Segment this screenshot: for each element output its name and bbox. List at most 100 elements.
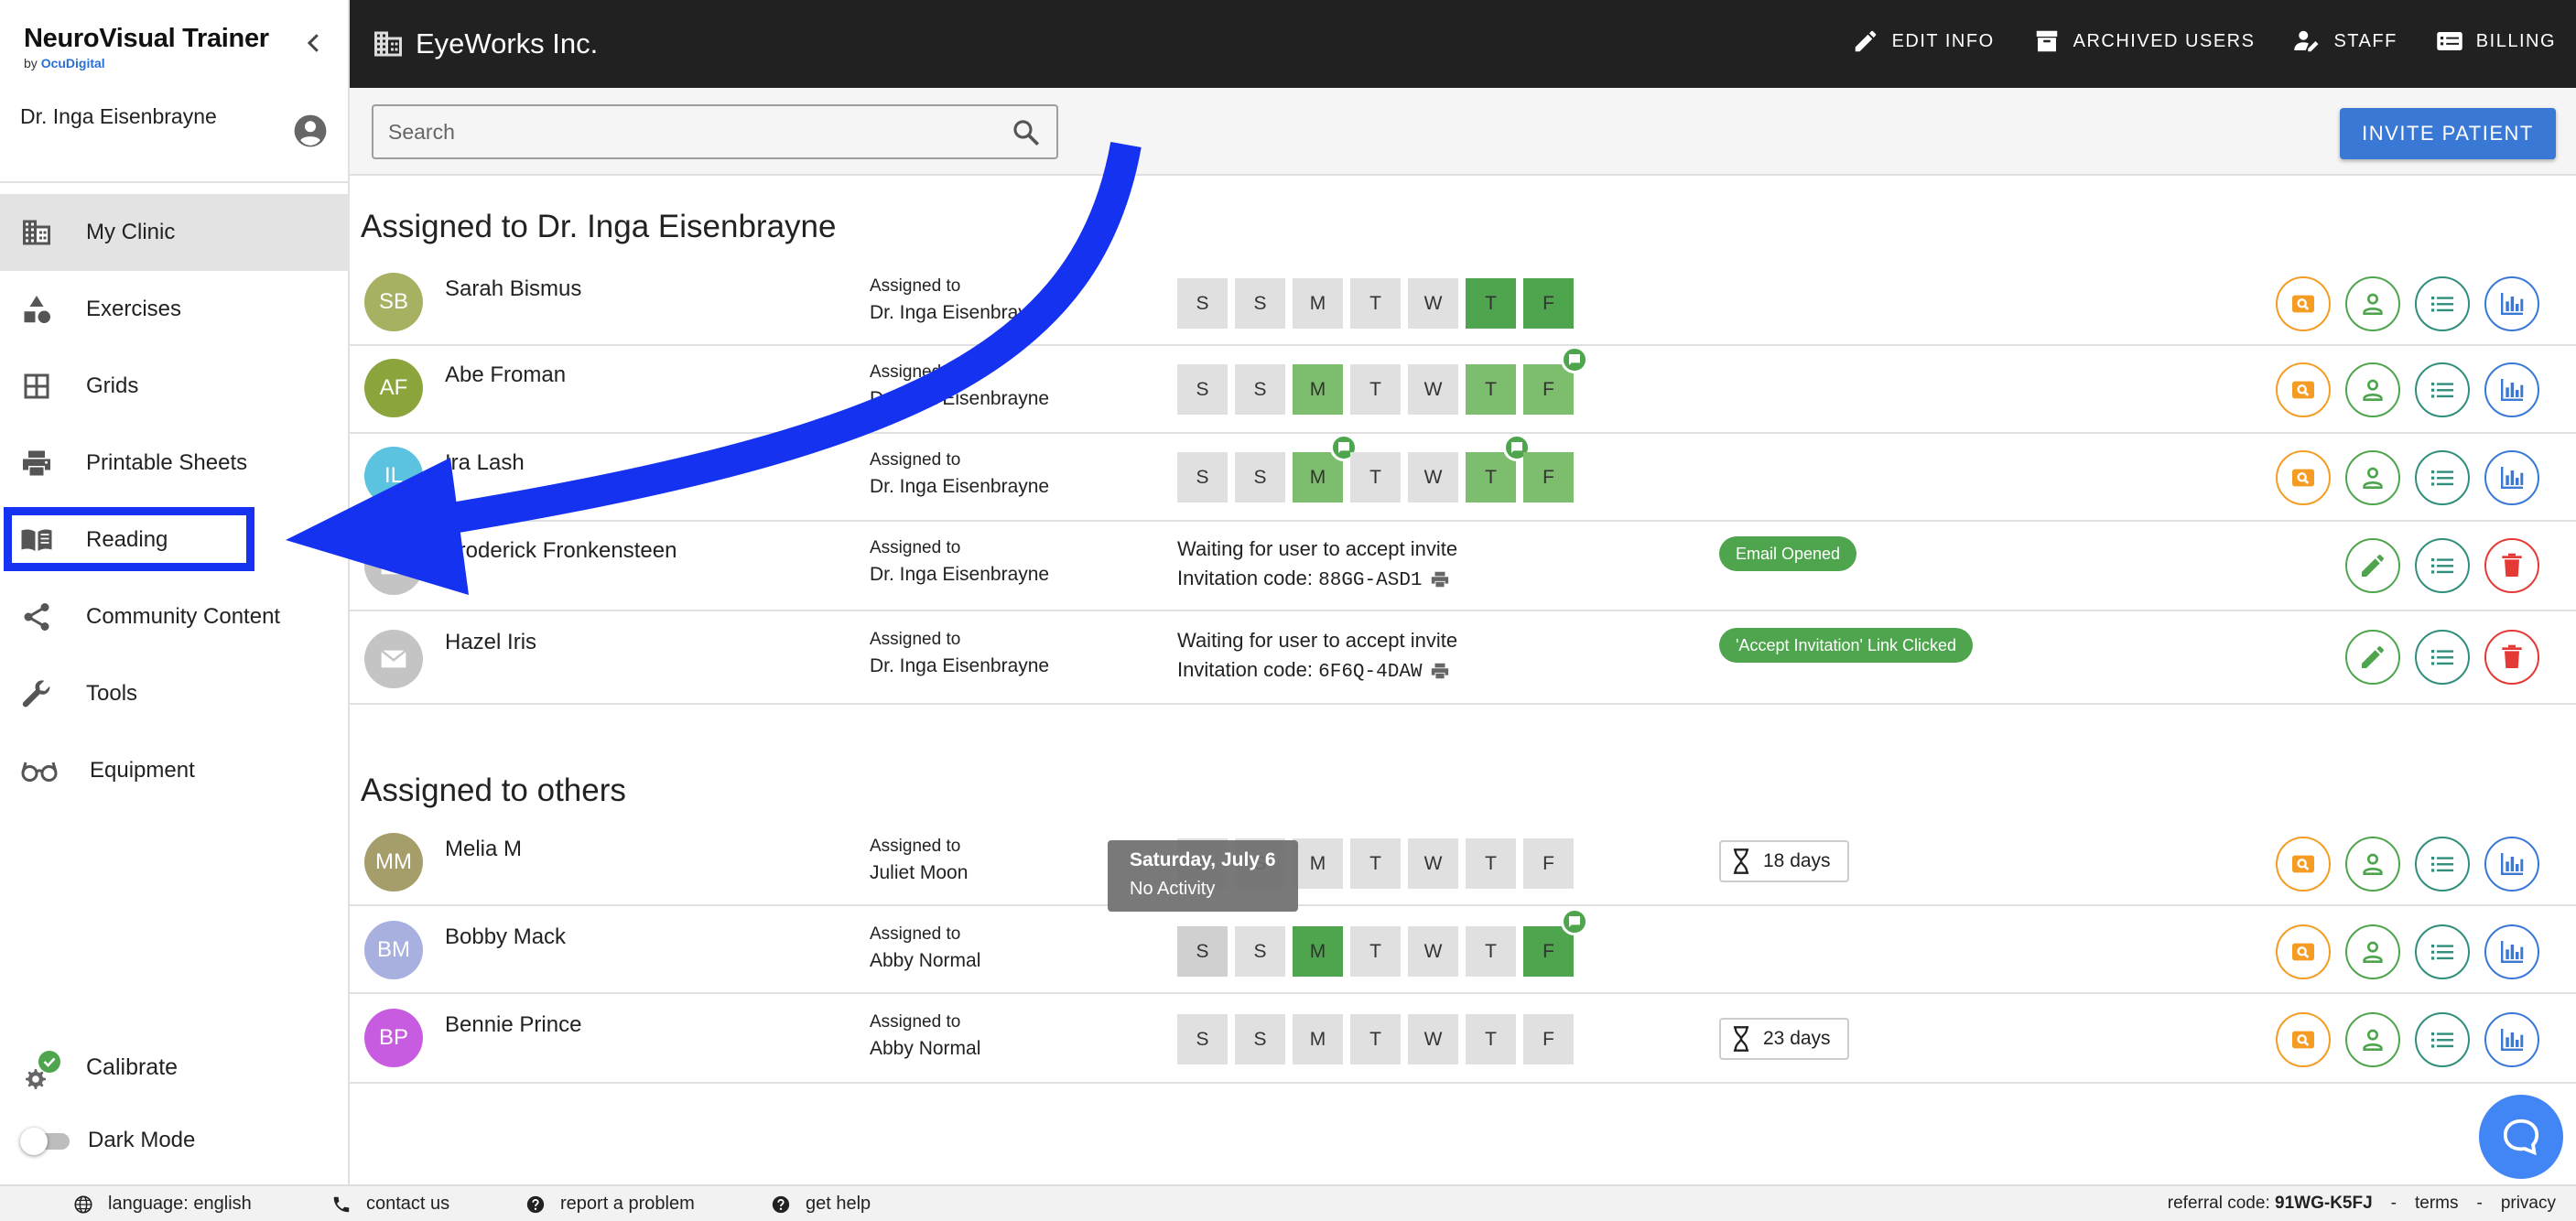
patient-name[interactable]: Melia M	[445, 837, 522, 862]
profile-button[interactable]	[2345, 450, 2400, 505]
progress-chart-button[interactable]	[2484, 276, 2539, 331]
assignments-list-button[interactable]	[2415, 924, 2470, 979]
assignments-list-button[interactable]	[2415, 1012, 2470, 1067]
staff-button[interactable]: STAFF	[2293, 27, 2397, 55]
progress-chart-button[interactable]	[2484, 837, 2539, 891]
sidebar-item-grids[interactable]: Grids	[0, 348, 350, 425]
profile-button[interactable]	[2345, 362, 2400, 417]
day-cell[interactable]: T	[1350, 926, 1401, 977]
progress-chart-button[interactable]	[2484, 362, 2539, 417]
chat-support-button[interactable]	[2479, 1095, 2563, 1179]
terms-link[interactable]: terms	[2415, 1194, 2459, 1214]
day-cell[interactable]: T	[1350, 838, 1401, 889]
patient-row[interactable]: Hazel Iris Assigned to Dr. Inga Eisenbra…	[350, 611, 2576, 705]
collapse-sidebar-button[interactable]	[300, 29, 328, 57]
delete-invite-button[interactable]	[2484, 630, 2539, 685]
day-cell[interactable]: S	[1177, 926, 1228, 977]
search-icon[interactable]	[1011, 117, 1042, 148]
message-indicator-icon[interactable]	[1561, 346, 1588, 373]
review-button[interactable]	[2276, 450, 2331, 505]
print-icon[interactable]	[1430, 661, 1450, 681]
report-problem-link[interactable]: report a problem	[525, 1194, 695, 1215]
sidebar-item-tools[interactable]: Tools	[0, 655, 350, 732]
patient-name[interactable]: Bobby Mack	[445, 924, 566, 950]
calibrate-button[interactable]: Calibrate	[18, 1043, 330, 1095]
patient-row[interactable]: IL Ira Lash Assigned to Dr. Inga Eisenbr…	[350, 434, 2576, 522]
day-cell[interactable]: S	[1235, 1014, 1285, 1064]
get-help-link[interactable]: get help	[771, 1194, 871, 1215]
patient-name[interactable]: Abe Froman	[445, 362, 566, 388]
contact-us-link[interactable]: contact us	[331, 1194, 449, 1215]
assignments-list-button[interactable]	[2415, 837, 2470, 891]
patient-name[interactable]: Hazel Iris	[445, 630, 536, 655]
day-cell[interactable]: W	[1408, 1014, 1458, 1064]
day-cell[interactable]: T	[1466, 926, 1516, 977]
day-cell[interactable]: T	[1466, 1014, 1516, 1064]
review-button[interactable]	[2276, 837, 2331, 891]
day-cell[interactable]: F	[1523, 278, 1574, 329]
day-cell[interactable]: F	[1523, 452, 1574, 502]
profile-button[interactable]	[2345, 276, 2400, 331]
day-cell[interactable]: F	[1523, 908, 1588, 977]
patient-row[interactable]: BM Bobby Mack Assigned to Abby Normal S …	[350, 906, 2576, 994]
review-button[interactable]	[2276, 1012, 2331, 1067]
day-cell[interactable]: S	[1177, 1014, 1228, 1064]
assignments-list-button[interactable]	[2415, 538, 2470, 593]
patient-name[interactable]: Froderick Fronkensteen	[445, 538, 676, 564]
progress-chart-button[interactable]	[2484, 1012, 2539, 1067]
patient-row[interactable]: MM Melia M Assigned to Juliet Moon S S M…	[350, 820, 2576, 906]
day-cell[interactable]: T	[1466, 278, 1516, 329]
sidebar-item-printable-sheets[interactable]: Printable Sheets	[0, 425, 350, 502]
day-cell[interactable]: F	[1523, 1014, 1574, 1064]
day-cell[interactable]: S	[1235, 926, 1285, 977]
privacy-link[interactable]: privacy	[2501, 1194, 2556, 1214]
message-indicator-icon[interactable]	[1561, 908, 1588, 935]
day-cell[interactable]: S	[1235, 364, 1285, 415]
billing-button[interactable]: BILLING	[2436, 27, 2556, 55]
review-button[interactable]	[2276, 924, 2331, 979]
language-selector[interactable]: language: english	[73, 1194, 252, 1215]
day-cell[interactable]: F	[1523, 838, 1574, 889]
profile-button[interactable]	[2345, 1012, 2400, 1067]
archived-users-button[interactable]: ARCHIVED USERS	[2033, 27, 2256, 55]
delete-invite-button[interactable]	[2484, 538, 2539, 593]
patient-row[interactable]: SB Sarah Bismus Assigned to Dr. Inga Eis…	[350, 265, 2576, 346]
profile-button[interactable]	[2345, 837, 2400, 891]
day-cell[interactable]: T	[1466, 434, 1531, 502]
day-cell[interactable]: S	[1235, 278, 1285, 329]
day-cell[interactable]: S	[1177, 452, 1228, 502]
day-cell[interactable]: M	[1293, 278, 1343, 329]
account-circle-icon[interactable]	[293, 113, 328, 148]
day-cell[interactable]: T	[1350, 364, 1401, 415]
edit-info-button[interactable]: EDIT INFO	[1852, 27, 1995, 55]
review-button[interactable]	[2276, 276, 2331, 331]
patient-name[interactable]: Ira Lash	[445, 450, 525, 476]
day-cell[interactable]: W	[1408, 278, 1458, 329]
day-cell[interactable]: W	[1408, 926, 1458, 977]
day-cell[interactable]: M	[1293, 838, 1343, 889]
assignments-list-button[interactable]	[2415, 450, 2470, 505]
print-icon[interactable]	[1430, 569, 1450, 589]
day-cell[interactable]: M	[1293, 364, 1343, 415]
day-cell[interactable]: T	[1350, 1014, 1401, 1064]
assignments-list-button[interactable]	[2415, 630, 2470, 685]
edit-invite-button[interactable]	[2345, 538, 2400, 593]
progress-chart-button[interactable]	[2484, 450, 2539, 505]
day-cell[interactable]: W	[1408, 452, 1458, 502]
sidebar-item-community-content[interactable]: Community Content	[0, 578, 350, 655]
sidebar-item-exercises[interactable]: Exercises	[0, 271, 350, 348]
day-cell[interactable]: T	[1466, 838, 1516, 889]
patient-name[interactable]: Sarah Bismus	[445, 276, 581, 302]
sidebar-item-equipment[interactable]: Equipment	[0, 732, 350, 809]
day-cell[interactable]: S	[1177, 278, 1228, 329]
day-cell[interactable]: T	[1350, 452, 1401, 502]
day-cell[interactable]: T	[1466, 364, 1516, 415]
progress-chart-button[interactable]	[2484, 924, 2539, 979]
day-cell[interactable]: S	[1235, 452, 1285, 502]
day-cell[interactable]: M	[1293, 1014, 1343, 1064]
day-cell[interactable]: W	[1408, 838, 1458, 889]
patient-row[interactable]: Froderick Fronkensteen Assigned to Dr. I…	[350, 522, 2576, 611]
day-cell[interactable]: M	[1293, 434, 1358, 502]
invite-patient-button[interactable]: INVITE PATIENT	[2340, 108, 2556, 159]
day-cell[interactable]: T	[1350, 278, 1401, 329]
